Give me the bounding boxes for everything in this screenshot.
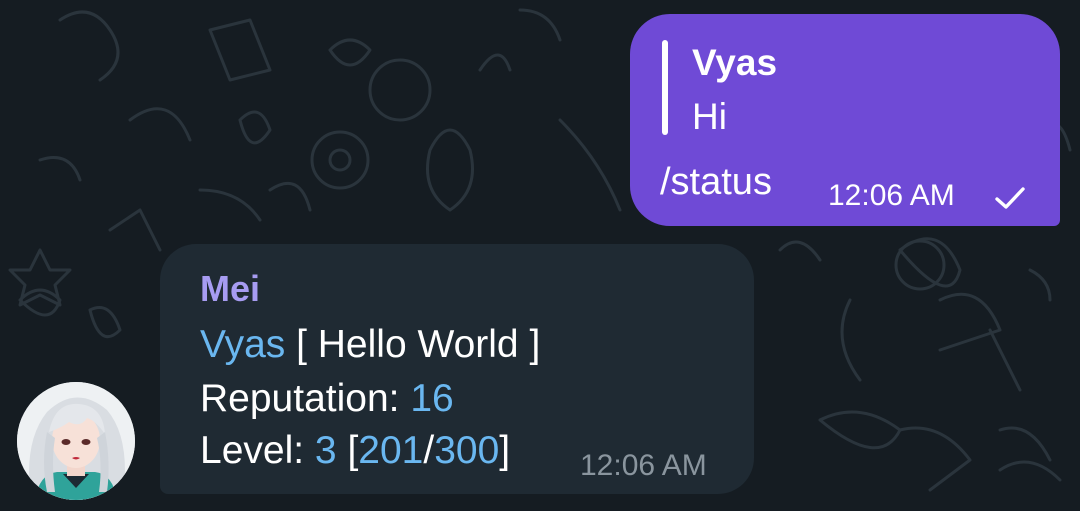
level-progress-separator: / — [423, 429, 435, 472]
message-line-level: Level: 3 [201/300] — [200, 428, 510, 474]
message-time: 12:06 AM — [580, 449, 707, 482]
message-line-mention: Vyas [ Hello World ] — [200, 322, 540, 368]
level-bracket-open: [ — [336, 429, 359, 472]
user-mention-link[interactable]: Vyas — [200, 323, 285, 366]
message-line-reputation: Reputation: 16 — [200, 376, 454, 422]
level-progress-max: 300 — [434, 429, 500, 472]
level-label: Level: — [200, 429, 315, 472]
reply-author: Vyas — [692, 42, 778, 83]
outgoing-message-bubble[interactable]: Vyas Hi /status 12:06 AM — [630, 14, 1060, 226]
sender-name[interactable]: Mei — [200, 268, 260, 310]
level-value: 3 — [314, 429, 337, 472]
message-text: /status — [660, 161, 772, 203]
mention-suffix: [ Hello World ] — [285, 323, 541, 366]
sender-avatar[interactable] — [17, 382, 135, 500]
reply-quote-bar — [662, 40, 668, 135]
level-progress-current: 201 — [358, 429, 424, 472]
reputation-value: 16 — [410, 377, 454, 420]
level-bracket-close: ] — [499, 429, 511, 472]
reputation-label: Reputation: — [200, 377, 411, 420]
single-check-icon — [995, 187, 1025, 209]
message-time: 12:06 AM — [828, 179, 955, 212]
anime-girl-avatar-icon — [17, 382, 135, 500]
reply-text: Hi — [692, 96, 727, 137]
incoming-message-bubble[interactable]: Mei Vyas [ Hello World ] Reputation: 16 … — [160, 244, 754, 494]
